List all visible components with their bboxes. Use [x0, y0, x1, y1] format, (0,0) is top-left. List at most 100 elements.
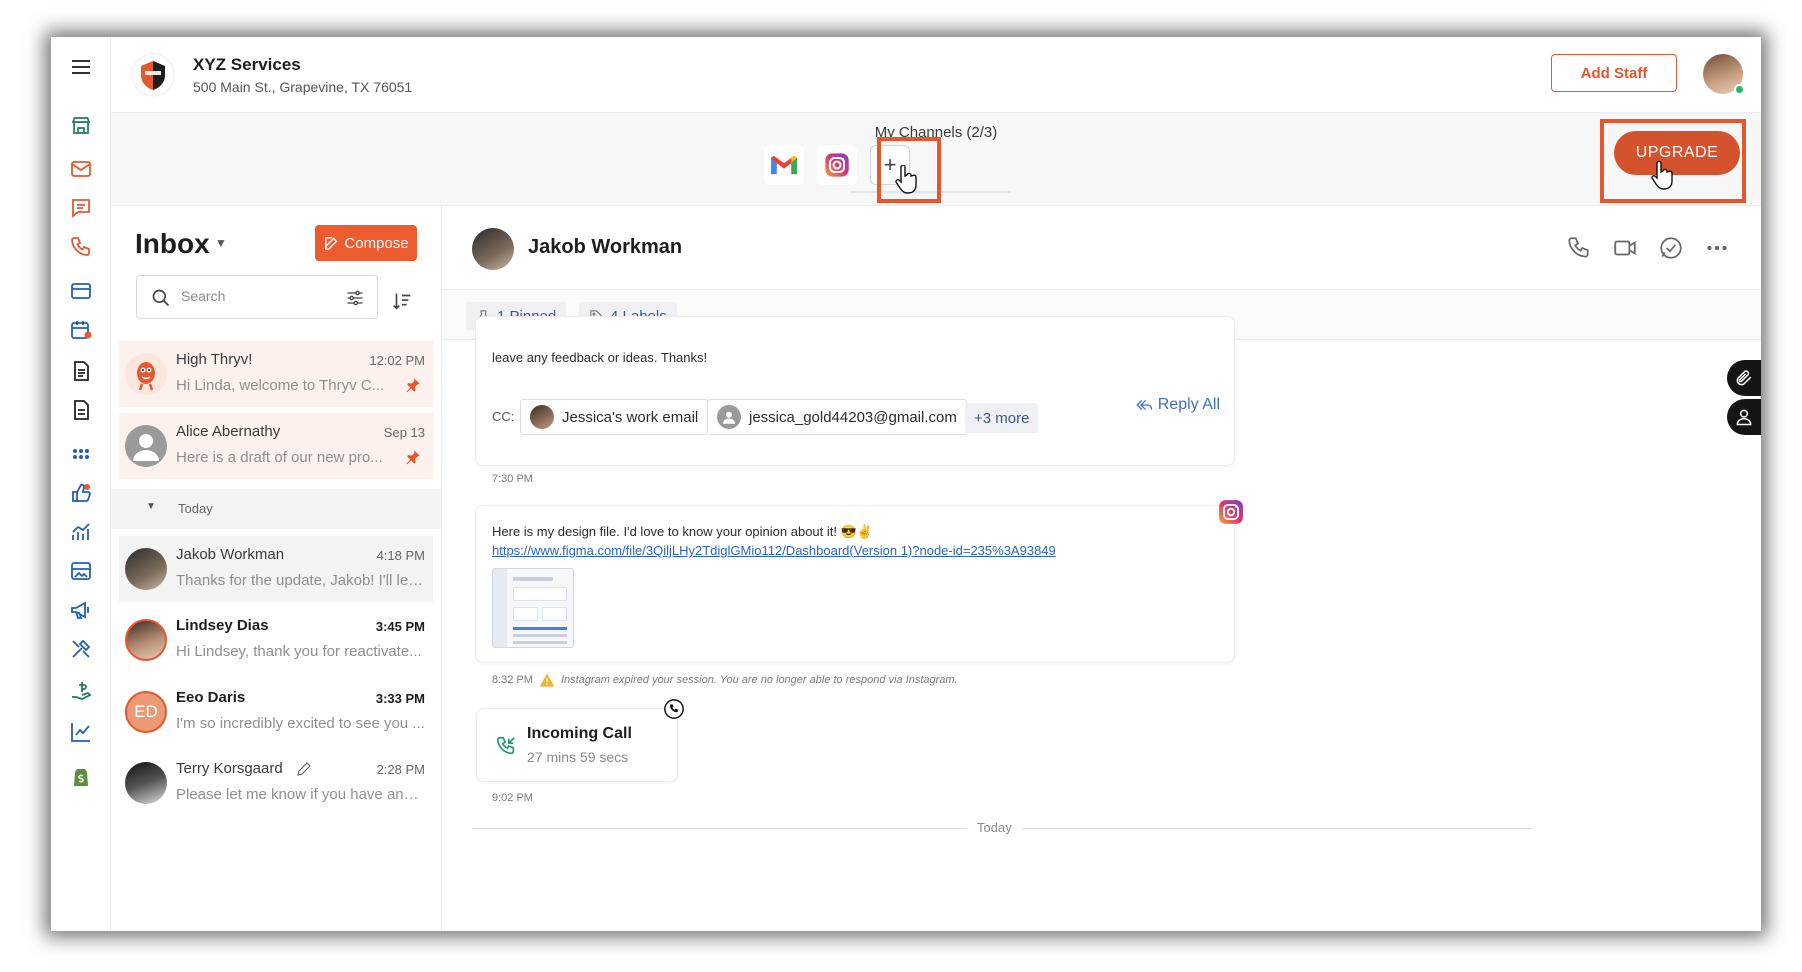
instagram-icon	[1219, 500, 1243, 524]
conversation-name: Eeo Daris	[176, 689, 246, 706]
conversation-name: Jakob Workman	[176, 546, 285, 563]
instagram-icon[interactable]	[817, 145, 857, 185]
contact-info-button[interactable]	[1727, 399, 1761, 435]
conversation-panel: Jakob Workman 1 Pinned 4 Labels leave an…	[442, 206, 1761, 931]
credit-card-icon[interactable]	[65, 275, 97, 307]
hand-cursor-icon	[1651, 161, 1673, 190]
edit-icon	[325, 236, 338, 250]
conversation-time: 3:33 PM	[375, 691, 425, 706]
conversation-item[interactable]: Lindsey Dias 3:45 PM Hi Lindsey, thank y…	[119, 607, 433, 673]
conversation-preview: Please let me know if you have any ...	[176, 786, 426, 803]
calendar-icon[interactable]	[65, 314, 97, 346]
warning-icon	[539, 673, 555, 687]
cc-recipient-chip[interactable]: Jessica's work email	[520, 399, 709, 435]
hamburger-menu-icon[interactable]	[65, 51, 97, 83]
tools-icon[interactable]	[65, 633, 97, 665]
chat-icon[interactable]	[65, 192, 97, 224]
chevron-down-icon[interactable]: ▼	[215, 236, 227, 250]
video-call-icon[interactable]	[1612, 235, 1638, 261]
more-options-icon[interactable]	[1704, 235, 1730, 261]
incoming-call-card[interactable]: Incoming Call 27 mins 59 secs	[476, 708, 678, 782]
conversation-preview: I'm so incredibly excited to see you ...	[176, 715, 425, 732]
search-icon	[152, 289, 170, 307]
initials-avatar: ED	[125, 691, 167, 733]
reply-all-button[interactable]: Reply All	[1134, 396, 1220, 414]
contact-avatar	[125, 762, 167, 804]
analytics-icon[interactable]	[65, 516, 97, 548]
top-header: XYZ Services 500 Main St., Grapevine, TX…	[111, 37, 1761, 113]
pin-icon[interactable]	[405, 449, 421, 465]
conversation-preview: Hi Linda, welcome to Thryv C...	[176, 377, 385, 394]
call-duration: 27 mins 59 secs	[527, 749, 629, 765]
conversation-item[interactable]: Alice Abernathy Sep 13 Here is a draft o…	[119, 413, 433, 479]
contact-avatar	[125, 619, 167, 661]
email-body-text: leave any feedback or ideas. Thanks!	[492, 350, 708, 365]
megaphone-icon[interactable]	[65, 594, 97, 626]
design-file-thumbnail[interactable]	[492, 568, 574, 648]
today-label: Today	[178, 501, 213, 516]
conversation-name: Terry Korsgaard	[176, 760, 283, 777]
invoice-icon[interactable]	[65, 394, 97, 426]
warning-text: Instagram expired your session. You are …	[560, 674, 958, 686]
thumbs-up-icon[interactable]	[65, 477, 97, 509]
search-input[interactable]	[181, 288, 331, 304]
document-icon[interactable]	[65, 355, 97, 387]
cc-recipient-chip[interactable]: jessica_gold44203@gmail.com	[707, 399, 967, 435]
business-logo	[131, 53, 175, 97]
online-status-dot	[1734, 84, 1745, 95]
message-time: 9:02 PM	[492, 792, 533, 804]
instagram-warning: 8:32 PM Instagram expired your session. …	[492, 672, 958, 688]
phone-icon[interactable]	[1566, 235, 1592, 261]
inbox-title[interactable]: Inbox	[135, 228, 210, 260]
contact-name[interactable]: Jakob Workman	[528, 236, 682, 259]
reply-all-label: Reply All	[1157, 396, 1220, 413]
message-check-icon[interactable]	[1658, 235, 1684, 261]
conversation-preview: Here is a draft of our new pro...	[176, 449, 383, 466]
compose-button[interactable]: Compose	[315, 225, 417, 261]
default-avatar	[125, 425, 167, 467]
paperclip-icon	[1736, 370, 1752, 386]
payments-icon[interactable]	[65, 675, 97, 707]
figma-link[interactable]: https://www.figma.com/file/3QiljLHy2Tdig…	[492, 543, 1056, 558]
nav-rail	[51, 37, 111, 931]
cc-recipient-name: Jessica's work email	[562, 408, 699, 426]
pin-icon[interactable]	[405, 377, 421, 393]
add-staff-button[interactable]: Add Staff	[1551, 54, 1677, 92]
trend-chart-icon[interactable]	[65, 716, 97, 748]
chevron-down-icon: ▼	[146, 501, 156, 512]
default-avatar	[717, 405, 741, 429]
message-text: Here is my design file. I'd love to know…	[492, 524, 873, 539]
attachments-button[interactable]	[1727, 360, 1761, 396]
app-window: XYZ Services 500 Main St., Grapevine, TX…	[51, 37, 1761, 931]
search-box[interactable]	[136, 275, 378, 319]
filter-sliders-icon[interactable]	[345, 288, 365, 308]
mail-icon[interactable]	[65, 153, 97, 185]
conversation-item[interactable]: Terry Korsgaard 2:28 PM Please let me kn…	[119, 750, 433, 816]
conversation-header: Jakob Workman	[442, 206, 1761, 290]
whatsapp-phone-icon	[664, 699, 684, 719]
business-address: 500 Main St., Grapevine, TX 76051	[193, 79, 413, 95]
conversation-item[interactable]: High Thryv! 12:02 PM Hi Linda, welcome t…	[119, 341, 433, 407]
sort-icon[interactable]	[391, 290, 413, 312]
conversation-name: Lindsey Dias	[176, 617, 269, 634]
apps-grid-icon[interactable]	[65, 438, 97, 470]
shopify-icon[interactable]	[65, 761, 97, 793]
cc-recipient-email: jessica_gold44203@gmail.com	[749, 408, 957, 426]
instagram-message-card: Here is my design file. I'd love to know…	[475, 505, 1235, 663]
email-message-card: leave any feedback or ideas. Thanks! CC:…	[475, 316, 1235, 466]
phone-icon[interactable]	[65, 231, 97, 263]
channels-bar: My Channels (2/3) + UPGRADE	[111, 113, 1761, 206]
conversation-time: 12:02 PM	[369, 353, 425, 368]
more-recipients-chip[interactable]: +3 more	[965, 403, 1039, 433]
contact-avatar[interactable]	[472, 228, 514, 270]
conversation-item[interactable]: Jakob Workman 4:18 PM Thanks for the upd…	[119, 536, 433, 602]
person-icon	[1736, 409, 1752, 426]
today-group-header[interactable]: ▼ Today	[111, 489, 441, 529]
conversation-name: High Thryv!	[176, 351, 253, 368]
conversation-name: Alice Abernathy	[176, 423, 281, 440]
today-divider-label: Today	[967, 820, 1022, 835]
gmail-icon[interactable]	[764, 145, 804, 185]
storefront-icon[interactable]	[65, 109, 97, 141]
gallery-icon[interactable]	[65, 555, 97, 587]
conversation-item[interactable]: ED Eeo Daris 3:33 PM I'm so incredibly e…	[119, 679, 433, 745]
